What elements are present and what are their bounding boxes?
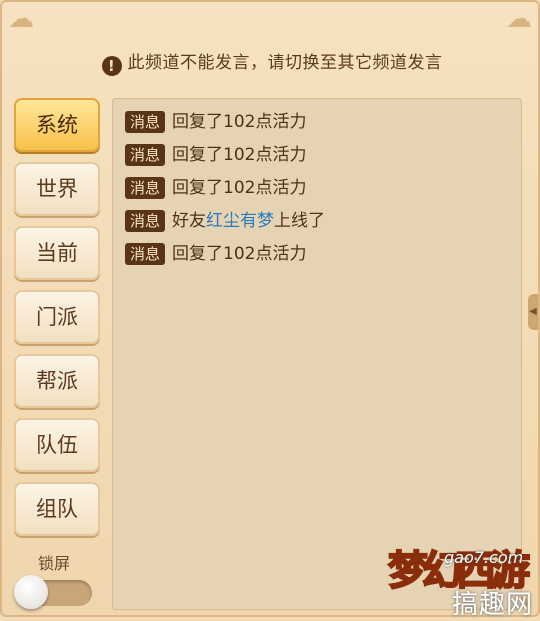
channel-tab-group[interactable]: 组队: [14, 482, 100, 536]
lock-screen-toggle[interactable]: [14, 575, 92, 609]
channel-notice: ! 此频道不能发言，请切换至其它频道发言: [2, 48, 540, 76]
channel-tab-guild[interactable]: 帮派: [14, 354, 100, 408]
toggle-knob[interactable]: [14, 575, 48, 609]
channel-tab-team[interactable]: 队伍: [14, 418, 100, 472]
corner-ornament-icon: ☁: [506, 4, 532, 34]
message-text: 回复了102点活力: [172, 244, 307, 264]
message-row: 消息 回复了102点活力: [125, 241, 306, 267]
message-text: 回复了102点活力: [172, 178, 307, 198]
channel-tab-sect[interactable]: 门派: [14, 290, 100, 344]
corner-ornament-icon: ☁: [8, 4, 34, 34]
message-tag: 消息: [125, 144, 166, 166]
message-text: 回复了102点活力: [172, 112, 307, 132]
message-row: 消息 回复了102点活力: [125, 142, 306, 168]
message-tag: 消息: [125, 243, 166, 265]
message-suffix: 上线了: [274, 211, 326, 231]
message-row: 消息 回复了102点活力: [125, 109, 306, 135]
channel-tab-system[interactable]: 系统: [14, 98, 100, 152]
watermark-brand: 搞趣网: [452, 590, 534, 620]
chat-panel: ☁ ☁ ☁ ◀ !此频道不能发言，请切换至其它频道发言 系统 世界 当前 门派 …: [0, 0, 540, 620]
message-row: 消息 好友红尘有梦上线了: [125, 208, 325, 234]
watermark-logo: 梦幻西游 gao7.com 搞趣网: [387, 532, 536, 620]
notice-text: 此频道不能发言，请切换至其它频道发言: [127, 53, 443, 73]
channel-list: 系统 世界 当前 门派 帮派 队伍 组队: [14, 98, 102, 546]
message-prefix: 好友: [172, 211, 207, 231]
collapse-arrow-icon[interactable]: ◀: [528, 294, 538, 330]
player-name-link[interactable]: 红尘有梦: [206, 211, 274, 231]
message-tag: 消息: [125, 111, 166, 133]
watermark-site: gao7.com: [444, 548, 524, 567]
channel-tab-world[interactable]: 世界: [14, 162, 100, 216]
warning-icon: !: [101, 56, 122, 76]
lock-screen-label: 锁屏: [38, 554, 71, 573]
message-tag: 消息: [125, 177, 166, 199]
message-row: 消息 回复了102点活力: [125, 175, 306, 201]
message-tag: 消息: [125, 210, 166, 232]
message-text: 回复了102点活力: [172, 145, 307, 165]
channel-tab-current[interactable]: 当前: [14, 226, 100, 280]
